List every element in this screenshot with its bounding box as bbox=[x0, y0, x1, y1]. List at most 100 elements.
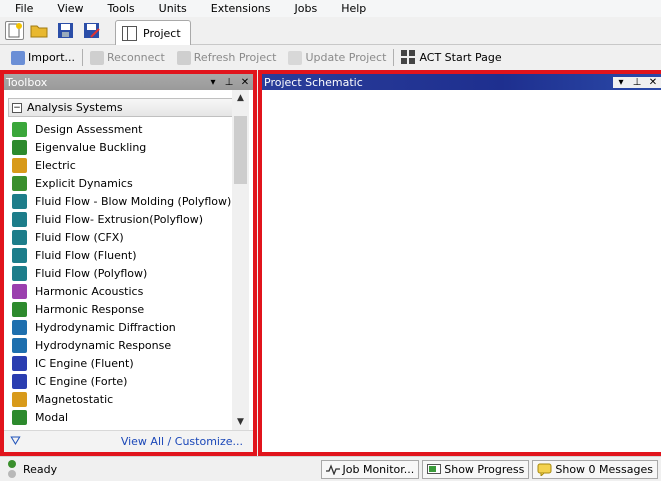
collapse-icon[interactable]: − bbox=[12, 102, 22, 113]
toolbox-item[interactable]: Electric bbox=[8, 156, 233, 174]
tab-project[interactable]: Project bbox=[115, 20, 191, 46]
check-icon bbox=[12, 121, 27, 137]
toolbox-item[interactable]: Fluid Flow (Fluent) bbox=[8, 246, 233, 264]
new-project-icon[interactable] bbox=[5, 21, 24, 40]
scroll-up-icon[interactable]: ▲ bbox=[232, 90, 249, 106]
toolbox-footer: ⛛ View All / Customize... bbox=[4, 430, 253, 452]
toolbox-item-label: Harmonic Acoustics bbox=[35, 284, 144, 298]
menu-help[interactable]: Help bbox=[326, 0, 375, 17]
toolbox-item[interactable]: IC Engine (Fluent) bbox=[8, 354, 233, 372]
import-button[interactable]: Import... bbox=[5, 50, 81, 65]
menu-file[interactable]: File bbox=[0, 0, 42, 17]
menu-units[interactable]: Units bbox=[144, 0, 196, 17]
toolbox-scrollbar[interactable]: ▲ ▼ bbox=[232, 90, 249, 430]
toolbox-item[interactable]: Fluid Flow - Blow Molding (Polyflow) bbox=[8, 192, 233, 210]
act-label: ACT Start Page bbox=[419, 51, 502, 64]
toolbox-item-label: Design Assessment bbox=[35, 122, 143, 136]
toolbox-item[interactable]: IC Engine (Forte) bbox=[8, 372, 233, 390]
engine-icon bbox=[12, 373, 27, 389]
harmonic-icon bbox=[12, 301, 27, 317]
schematic-header: Project Schematic ▾ ⊥ ✕ bbox=[262, 74, 661, 90]
project-tab-icon bbox=[122, 26, 137, 41]
menu-extensions[interactable]: Extensions bbox=[196, 0, 280, 17]
schematic-canvas[interactable] bbox=[262, 90, 661, 452]
filter-icon[interactable]: ⛛ bbox=[10, 434, 21, 449]
polyflow-icon bbox=[12, 193, 27, 209]
hydro-response-icon bbox=[12, 337, 27, 353]
act-start-page-button[interactable]: ACT Start Page bbox=[395, 50, 507, 65]
toolbox-item-label: Hydrodynamic Response bbox=[35, 338, 172, 352]
pin-icon[interactable]: ⊥ bbox=[629, 76, 645, 88]
toolbox-item-label: Explicit Dynamics bbox=[35, 176, 133, 190]
show-messages-button[interactable]: Show 0 Messages bbox=[532, 459, 658, 479]
save-as-icon[interactable] bbox=[82, 21, 101, 40]
toolbox-item-label: IC Engine (Forte) bbox=[35, 374, 128, 388]
refresh-icon bbox=[176, 50, 191, 65]
view-all-customize-link[interactable]: View All / Customize... bbox=[121, 435, 243, 448]
show-messages-label: Show 0 Messages bbox=[555, 462, 653, 476]
progress-icon bbox=[427, 464, 442, 474]
toolbox-item[interactable]: Fluid Flow (Polyflow) bbox=[8, 264, 233, 282]
toolbox-item[interactable]: Fluid Flow- Extrusion(Polyflow) bbox=[8, 210, 233, 228]
engine-icon bbox=[12, 355, 27, 371]
toolbox-title: Toolbox bbox=[6, 75, 48, 89]
open-folder-icon[interactable] bbox=[30, 21, 49, 40]
toolbox-item[interactable]: Magnetostatic bbox=[8, 390, 233, 408]
group-label: Analysis Systems bbox=[27, 101, 123, 114]
update-icon bbox=[288, 50, 303, 65]
toolbar-separator bbox=[393, 49, 395, 66]
pin-icon[interactable]: ⊥ bbox=[221, 77, 237, 88]
import-label: Import... bbox=[28, 51, 75, 64]
toolbox-item-label: Harmonic Response bbox=[35, 302, 145, 316]
status-bar: Ready Job Monitor... Show Progress Show … bbox=[0, 456, 661, 481]
toolbox-item-label: Electric bbox=[35, 158, 76, 172]
toolbox-item[interactable]: Fluid Flow (CFX) bbox=[8, 228, 233, 246]
close-icon[interactable]: ✕ bbox=[645, 76, 661, 88]
update-project-button[interactable]: Update Project bbox=[282, 50, 392, 65]
project-schematic-panel: Project Schematic ▾ ⊥ ✕ bbox=[258, 70, 661, 456]
reconnect-button[interactable]: Reconnect bbox=[84, 50, 171, 65]
job-monitor-button[interactable]: Job Monitor... bbox=[320, 459, 420, 479]
toolbox-item[interactable]: Hydrodynamic Diffraction bbox=[8, 318, 233, 336]
analysis-systems-list: Design Assessment Eigenvalue Buckling Elec… bbox=[8, 120, 233, 426]
menu-jobs[interactable]: Jobs bbox=[280, 0, 327, 17]
toolbox-item[interactable]: Modal bbox=[8, 408, 233, 426]
menu-bar: File View Tools Units Extensions Jobs He… bbox=[0, 0, 661, 17]
toolbox-body: − Analysis Systems Design Assessment Eige… bbox=[4, 90, 253, 430]
tab-project-label: Project bbox=[143, 27, 181, 40]
group-analysis-systems[interactable]: − Analysis Systems bbox=[8, 98, 233, 117]
acoustics-icon bbox=[12, 283, 27, 299]
scroll-thumb[interactable] bbox=[234, 116, 247, 184]
toolbox-item[interactable]: Explicit Dynamics bbox=[8, 174, 233, 192]
update-label: Update Project bbox=[305, 51, 387, 64]
toolbox-header: Toolbox ▾ ⊥ ✕ bbox=[4, 74, 253, 90]
close-icon[interactable]: ✕ bbox=[237, 77, 253, 88]
buckling-icon bbox=[12, 139, 27, 155]
toolbox-item[interactable]: Design Assessment bbox=[8, 120, 233, 138]
show-progress-button[interactable]: Show Progress bbox=[422, 459, 530, 479]
project-toolbar: Import... Reconnect Refresh Project Upda… bbox=[0, 45, 661, 70]
toolbox-item-label: IC Engine (Fluent) bbox=[35, 356, 134, 370]
toolbox-item[interactable]: Harmonic Acoustics bbox=[8, 282, 233, 300]
toolbox-item-label: Fluid Flow (Fluent) bbox=[35, 248, 137, 262]
dropdown-icon[interactable]: ▾ bbox=[613, 76, 629, 88]
dropdown-icon[interactable]: ▾ bbox=[205, 77, 221, 88]
toolbox-item[interactable]: Eigenvalue Buckling bbox=[8, 138, 233, 156]
menu-tools[interactable]: Tools bbox=[93, 0, 144, 17]
electric-icon bbox=[12, 157, 27, 173]
menu-view[interactable]: View bbox=[42, 0, 92, 17]
toolbar-separator bbox=[82, 49, 83, 66]
toolbox-panel: Toolbox ▾ ⊥ ✕ − Analysis Systems Design … bbox=[0, 70, 257, 456]
refresh-label: Refresh Project bbox=[193, 51, 277, 64]
monitor-icon bbox=[325, 464, 340, 475]
toolbox-item-label: Fluid Flow (CFX) bbox=[35, 230, 124, 244]
scroll-down-icon[interactable]: ▼ bbox=[232, 414, 249, 430]
refresh-project-button[interactable]: Refresh Project bbox=[171, 50, 283, 65]
toolbox-item-label: Eigenvalue Buckling bbox=[35, 140, 147, 154]
diffraction-icon bbox=[12, 319, 27, 335]
toolbox-item-label: Fluid Flow (Polyflow) bbox=[35, 266, 148, 280]
save-icon[interactable] bbox=[56, 21, 75, 40]
toolbox-item[interactable]: Hydrodynamic Response bbox=[8, 336, 233, 354]
modal-icon bbox=[12, 409, 27, 425]
toolbox-item[interactable]: Harmonic Response bbox=[8, 300, 233, 318]
